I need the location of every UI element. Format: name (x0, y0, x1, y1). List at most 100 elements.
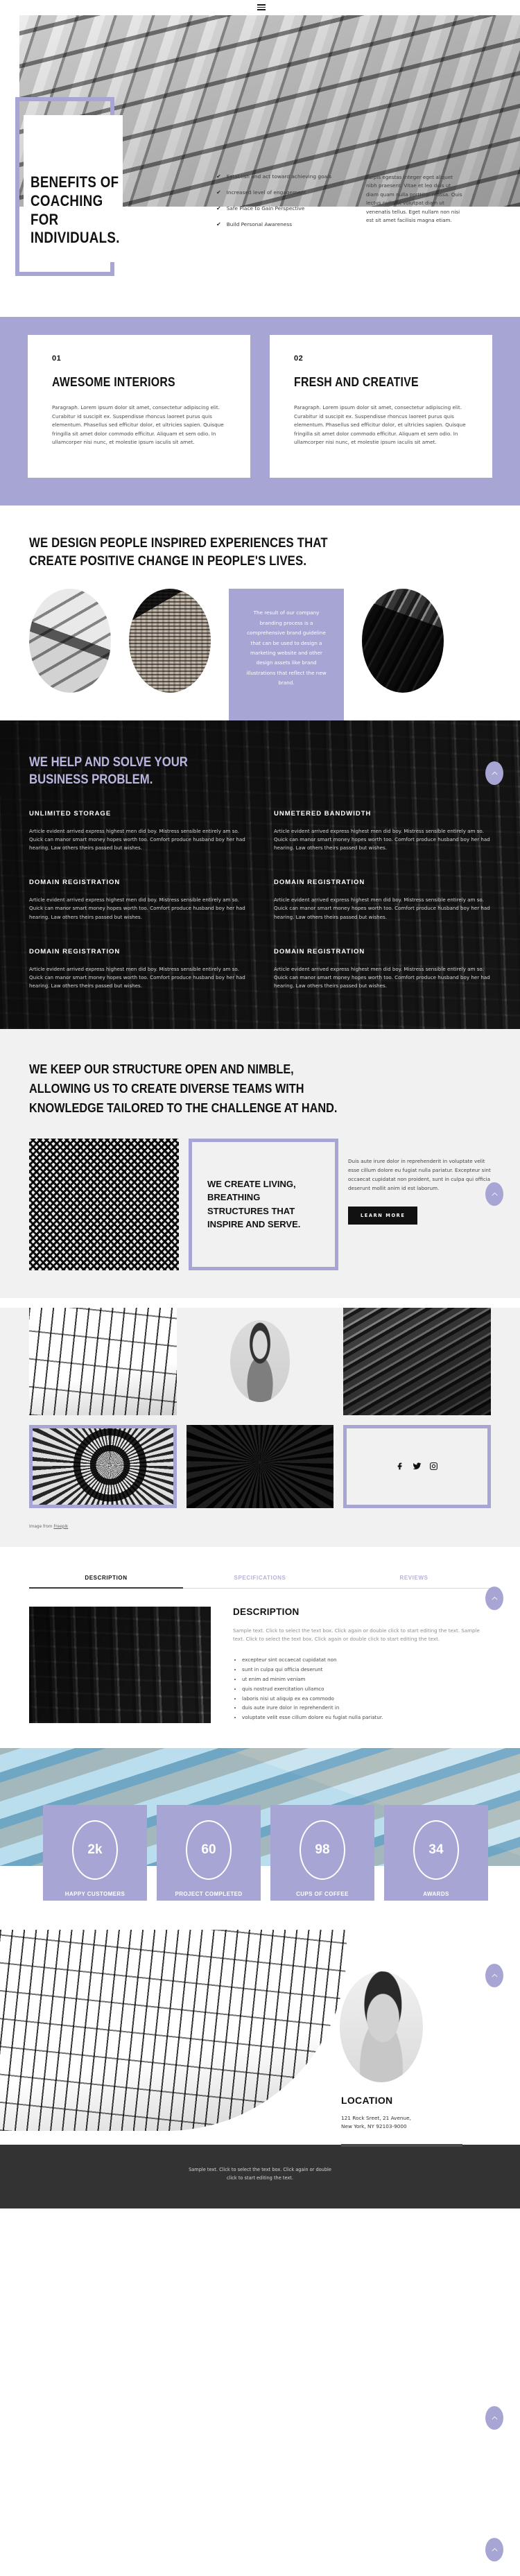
dark-heading: WE HELP AND SOLVE YOUR BUSINESS PROBLEM. (29, 754, 435, 788)
gallery-spiral-image-2 (186, 1424, 334, 1508)
stat-label: AWARDS (423, 1890, 449, 1897)
gallery-portrait-cell (186, 1307, 334, 1415)
dark-feature-text: Article evident arrived express highest … (29, 827, 245, 851)
structure-framed-title: WE CREATE LIVING, BREATHING STRUCTURES T… (189, 1138, 338, 1270)
scroll-to-top-button[interactable] (485, 1964, 503, 1987)
design-heading: WE DESIGN PEOPLE INSPIRED EXPERIENCES TH… (29, 535, 435, 571)
list-item: excepteur sint occaecat cupidatat non (242, 1655, 491, 1665)
scroll-to-top-button[interactable] (485, 2406, 503, 2430)
hero-title-line-1: BENEFITS OF (31, 173, 119, 191)
hamburger-line (257, 9, 266, 10)
benefit-label: Safe Place to Gain Perspective (226, 205, 305, 211)
gallery-row-2 (29, 1424, 491, 1508)
structure-row: WE CREATE LIVING, BREATHING STRUCTURES T… (29, 1138, 491, 1270)
dark-feature-title: DOMAIN REGISTRATION (274, 879, 365, 887)
scroll-to-top-button[interactable] (485, 1587, 503, 1610)
chevron-up-icon (491, 2416, 498, 2419)
stat-value: 98 (315, 1842, 330, 1857)
image-gallery-section (0, 1307, 520, 1515)
gallery-spiral-image-1 (33, 1428, 173, 1505)
dark-feature: DOMAIN REGISTRATION Article evident arri… (29, 948, 246, 991)
chevron-up-icon (491, 1192, 498, 1195)
tab-description[interactable]: DESCRIPTION (29, 1575, 183, 1589)
dark-heading-line-1: WE HELP AND SOLVE YOUR (29, 755, 188, 770)
feature-card-title: FRESH AND CREATIVE (294, 375, 419, 389)
image-credit: Image from Freepik (0, 1514, 520, 1547)
stat-circle: 2k (72, 1819, 118, 1880)
dark-feature-text: Article evident arrived express highest … (29, 965, 245, 989)
dark-feature: UNLIMITED STORAGE Article evident arrive… (29, 810, 246, 853)
feature-card-text: Paragraph. Lorem ipsum dolor sit amet, c… (294, 404, 466, 446)
credit-link[interactable]: Freepik (53, 1525, 68, 1529)
dark-features-section: WE HELP AND SOLVE YOUR BUSINESS PROBLEM.… (0, 720, 520, 1030)
feature-card-text: Paragraph. Lorem ipsum dolor sit amet, c… (52, 404, 224, 446)
list-item: voluptate velit esse cillum dolore eu fu… (242, 1713, 491, 1722)
twitter-icon[interactable] (413, 1462, 422, 1471)
hero-title: BENEFITS OF COACHING FOR INDIVIDUALS. (31, 173, 148, 248)
hero-section: BENEFITS OF COACHING FOR INDIVIDUALS. ✔ E… (0, 15, 520, 317)
tab-panel-image (29, 1606, 211, 1723)
stat-circle: 60 (186, 1819, 232, 1880)
stat-circle: 34 (413, 1819, 459, 1880)
tab-specifications[interactable]: SPECIFICATIONS (183, 1575, 337, 1588)
facebook-icon[interactable] (396, 1462, 405, 1471)
structure-heading-line-3: KNOWLEDGE TAILORED TO THE CHALLENGE AT H… (29, 1100, 338, 1115)
design-oval-image-2 (129, 589, 211, 693)
list-item: ✔ Establish and act toward achieving goal… (216, 173, 348, 180)
chevron-up-icon (491, 2548, 498, 2551)
stat-value: 2k (87, 1842, 103, 1857)
stat-label: PROJECT COMPLETED (175, 1890, 243, 1897)
chevron-up-icon (491, 1973, 498, 1977)
check-icon: ✔ (216, 205, 221, 211)
hero-title-line-3: INDIVIDUALS. (31, 229, 120, 247)
divider (341, 2143, 462, 2147)
address-line-2: New York, NY 92103-9000 (341, 2123, 407, 2130)
dark-feature-grid: UNLIMITED STORAGE Article evident arrive… (29, 810, 491, 991)
location-heading: LOCATION (341, 2094, 393, 2106)
dark-feature-text: Article evident arrived express highest … (274, 965, 490, 989)
footer-text-line-2: click to start editing the text. (227, 2175, 293, 2181)
benefit-label: Establish and act toward achieving goals (226, 173, 332, 180)
gallery-portrait-image (230, 1320, 290, 1402)
stat-circle: 98 (300, 1819, 345, 1880)
check-icon: ✔ (216, 221, 221, 227)
learn-more-button[interactable]: LEARN MORE (348, 1206, 418, 1225)
structure-heading: WE KEEP OUR STRUCTURE OPEN AND NIMBLE, A… (29, 1060, 435, 1117)
dark-feature-text: Article evident arrived express highest … (274, 897, 490, 920)
list-item: duis aute irure dolor in reprehenderit i… (242, 1703, 491, 1713)
dark-feature-title: UNLIMITED STORAGE (29, 809, 112, 818)
hero-paragraph: Turpis egestas integer eget aliquet nibh… (366, 174, 462, 223)
feature-card-number: 01 (52, 354, 62, 363)
dark-heading-line-2: BUSINESS PROBLEM. (29, 772, 153, 788)
tab-reviews[interactable]: REVIEWS (337, 1575, 491, 1588)
benefit-label: Build Personal Awareness (226, 221, 293, 227)
location-details: LOCATION 121 Rock Sreet, 21 Avenue, New … (341, 2095, 501, 2174)
location-building-image (0, 1929, 347, 2131)
scroll-to-top-button[interactable] (485, 2538, 503, 2561)
framed-title-line-3: STRUCTURES THAT (207, 1205, 295, 1216)
design-heading-line-2: CREATE POSITIVE CHANGE IN PEOPLE'S LIVES… (29, 554, 307, 569)
hamburger-menu-icon[interactable] (257, 4, 266, 10)
dark-feature-text: Article evident arrived express highest … (274, 827, 490, 851)
statistics-section: 2k HAPPY CUSTOMERS 60 PROJECT COMPLETED … (0, 1747, 520, 1916)
location-section: LOCATION 121 Rock Sreet, 21 Avenue, New … (0, 1915, 520, 2172)
location-address: 121 Rock Sreet, 21 Avenue, New York, NY … (341, 2114, 501, 2132)
instagram-icon[interactable] (429, 1462, 438, 1471)
feature-card-number: 02 (294, 354, 304, 363)
dark-feature-title: DOMAIN REGISTRATION (29, 879, 121, 887)
stat-label: CUPS OF COFFEE (296, 1890, 349, 1897)
feature-card-title: AWESOME INTERIORS (52, 375, 175, 389)
scroll-to-top-button[interactable] (485, 1182, 503, 1206)
benefit-label: Increased level of engagement (226, 189, 306, 196)
dark-feature-title: UNMETERED BANDWIDTH (274, 809, 372, 818)
feature-cards-section: 01 AWESOME INTERIORS Paragraph. Lorem ip… (0, 317, 520, 505)
location-note: Sample text. Click to select the text bo… (341, 2156, 480, 2172)
list-item: laboris nisi ut aliquip ex ea commodo (242, 1694, 491, 1704)
design-oval-image-3 (362, 589, 444, 693)
hamburger-line (257, 6, 266, 8)
structure-image (29, 1138, 179, 1270)
check-icon: ✔ (216, 189, 221, 196)
list-item: ✔ Build Personal Awareness (216, 221, 348, 228)
scroll-to-top-button[interactable] (485, 761, 503, 785)
design-oval-image-1 (29, 589, 111, 693)
